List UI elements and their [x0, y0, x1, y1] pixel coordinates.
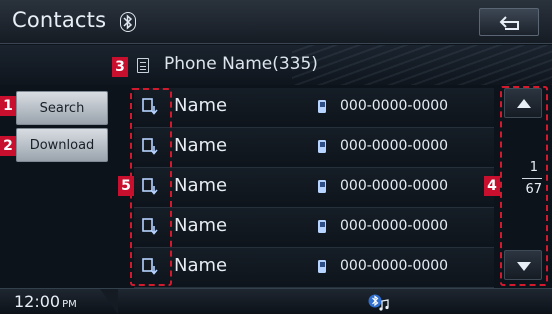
- contacts-screen: Contacts Phone Name(335) Search Download: [0, 0, 552, 314]
- download-button-label: Download: [29, 138, 95, 153]
- phonebook-icon: [137, 58, 149, 73]
- header-bar: Contacts: [0, 0, 552, 44]
- clock-time: 12:00: [14, 292, 61, 311]
- contact-row[interactable]: Name 000-0000-0000: [134, 88, 494, 128]
- contact-name: Name: [174, 175, 228, 196]
- contact-number: 000-0000-0000: [340, 178, 449, 194]
- status-bar: 12:00 PM: [0, 288, 552, 314]
- callout-badge-2: 2: [0, 136, 16, 156]
- mobile-phone-icon: [318, 180, 326, 193]
- contact-row[interactable]: Name 000-0000-0000: [134, 168, 494, 208]
- back-arrow-icon: [499, 16, 519, 30]
- phone-name-label: Phone Name(335): [164, 54, 318, 74]
- callout-badge-1: 1: [0, 96, 16, 116]
- bluetooth-audio-icon: [368, 294, 389, 311]
- contact-name: Name: [174, 255, 228, 276]
- back-button[interactable]: [479, 8, 539, 36]
- search-button[interactable]: Search: [16, 91, 108, 125]
- callout-frame-4: [500, 86, 548, 286]
- mobile-phone-icon: [318, 140, 326, 153]
- callout-badge-3: 3: [112, 57, 128, 77]
- contact-row[interactable]: Name 000-0000-0000: [134, 208, 494, 248]
- contact-row[interactable]: Name 000-0000-0000: [134, 248, 494, 288]
- bluetooth-icon: [120, 12, 136, 32]
- callout-frame-5: [130, 88, 172, 286]
- callout-badge-5: 5: [118, 176, 134, 196]
- mobile-phone-icon: [318, 100, 326, 113]
- contact-number: 000-0000-0000: [340, 218, 449, 234]
- contact-number: 000-0000-0000: [340, 138, 449, 154]
- footer-divider: [100, 289, 118, 314]
- decorative-waves: [292, 45, 552, 85]
- contact-name: Name: [174, 95, 228, 116]
- contact-row[interactable]: Name 000-0000-0000: [134, 128, 494, 168]
- page-title: Contacts: [12, 8, 107, 32]
- contact-list: Name 000-0000-0000 Name 000-0000-0000 Na…: [134, 88, 494, 288]
- contact-name: Name: [174, 135, 228, 156]
- mobile-phone-icon: [318, 260, 326, 273]
- callout-badge-4: 4: [484, 176, 500, 196]
- contact-number: 000-0000-0000: [340, 98, 449, 114]
- clock-ampm: PM: [62, 299, 77, 310]
- search-button-label: Search: [39, 101, 85, 116]
- clock: 12:00 PM: [14, 292, 77, 311]
- contact-number: 000-0000-0000: [340, 258, 449, 274]
- download-button[interactable]: Download: [16, 128, 108, 162]
- contact-name: Name: [174, 215, 228, 236]
- mobile-phone-icon: [318, 220, 326, 233]
